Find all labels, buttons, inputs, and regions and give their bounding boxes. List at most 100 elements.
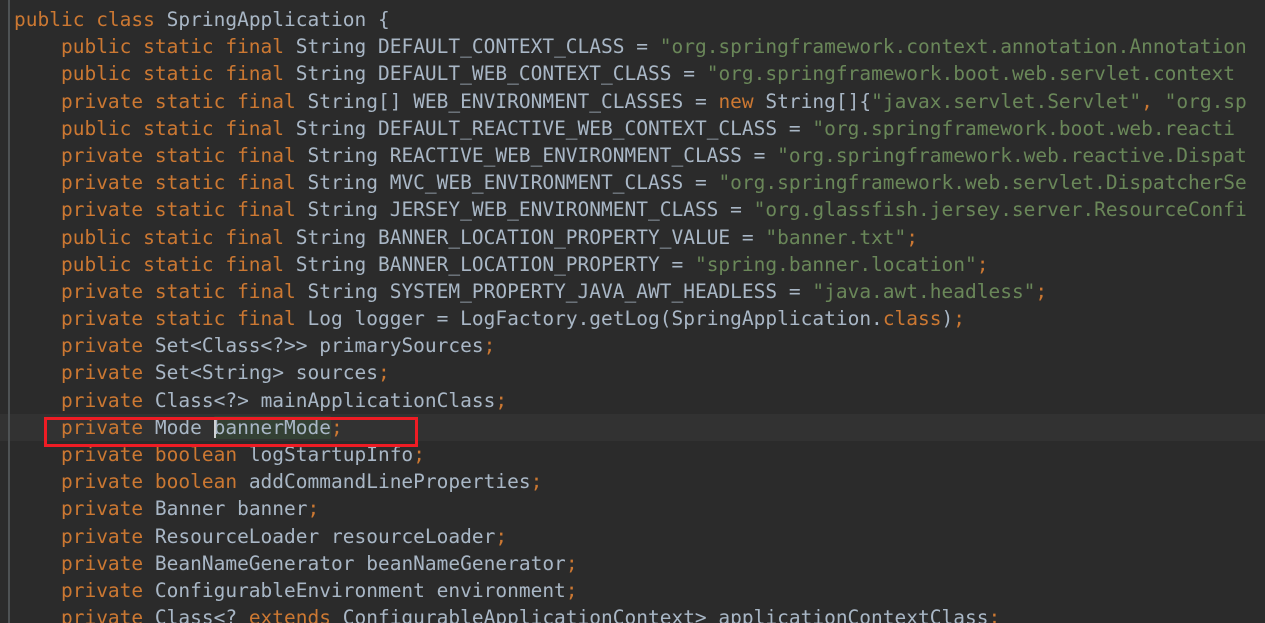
- code-token: =: [753, 143, 778, 167]
- code-token: private: [60, 415, 155, 439]
- code-token: String: [295, 62, 378, 86]
- code-token: ;: [413, 443, 425, 466]
- code-token: DEFAULT_CONTEXT_CLASS: [377, 35, 637, 59]
- code-line[interactable]: public static final String DEFAULT_WEB_C…: [0, 60, 1265, 87]
- code-token: "javax.servlet.Servlet": [871, 89, 1142, 113]
- code-line[interactable]: private static final String[] WEB_ENVIRO…: [0, 88, 1265, 115]
- code-token: ;: [495, 388, 508, 412]
- code-token: ConfigurableApplicationContext>: [342, 606, 719, 623]
- code-token: =: [730, 198, 754, 222]
- code-token: "java.awt.headless": [812, 279, 1036, 303]
- code-token: =: [694, 89, 719, 113]
- code-line[interactable]: public static final String DEFAULT_REACT…: [0, 115, 1265, 142]
- code-token: ;: [377, 361, 390, 385]
- code-token: =: [788, 116, 813, 140]
- code-token: DEFAULT_REACTIVE_WEB_CONTEXT_CLASS: [377, 116, 789, 140]
- code-token: mainApplicationClass: [260, 388, 496, 412]
- code-token: "spring.banner.location": [694, 252, 977, 276]
- code-token: =: [636, 35, 660, 59]
- code-token: extends: [248, 606, 343, 623]
- code-token: BANNER_LOCATION_PROPERTY_VALUE: [377, 225, 742, 249]
- code-line[interactable]: private static final String REACTIVE_WEB…: [0, 142, 1265, 169]
- code-token: ;: [331, 415, 343, 439]
- code-line[interactable]: private Class<? extends ConfigurableAppl…: [0, 604, 1265, 623]
- code-token: public static final: [60, 116, 296, 140]
- code-token: Class<?: [154, 606, 249, 623]
- code-line[interactable]: private Banner banner;: [0, 495, 1265, 522]
- code-token: {: [377, 8, 390, 31]
- code-token: "org.sp: [1164, 89, 1247, 113]
- code-line[interactable]: private Mode bannerMode;: [0, 413, 1265, 441]
- code-token: ;: [953, 307, 966, 331]
- code-token: private: [60, 551, 155, 575]
- code-token: =: [788, 279, 813, 303]
- code-token: WEB_ENVIRONMENT_CLASSES: [413, 89, 695, 113]
- code-line[interactable]: private ConfigurableEnvironment environm…: [0, 577, 1265, 604]
- code-token: "org.springframework.boot.web.reacti: [812, 116, 1235, 140]
- code-token: "org.springframework.context.annotation.…: [659, 35, 1247, 59]
- code-token: class: [96, 8, 167, 31]
- code-token: ;: [988, 606, 1001, 623]
- code-token: String: [765, 89, 836, 113]
- code-token: logStartupInfo: [248, 443, 414, 466]
- code-line[interactable]: public static final String BANNER_LOCATI…: [0, 251, 1265, 278]
- code-token: String: [307, 171, 390, 195]
- code-line[interactable]: private boolean addCommandLineProperties…: [0, 468, 1265, 495]
- code-line[interactable]: public static final String BANNER_LOCATI…: [0, 224, 1265, 251]
- code-token: ;: [906, 225, 919, 249]
- code-text-area[interactable]: public class SpringApplication { public …: [0, 0, 1265, 623]
- code-token: primarySources: [319, 334, 484, 358]
- code-token: =: [694, 171, 719, 195]
- code-line[interactable]: public static final String DEFAULT_CONTE…: [0, 33, 1265, 60]
- code-token: environment: [436, 578, 566, 602]
- code-line[interactable]: private Set<Class<?>> primarySources;: [0, 332, 1265, 359]
- code-line[interactable]: private ResourceLoader resourceLoader;: [0, 523, 1265, 550]
- code-token: ;: [565, 551, 578, 575]
- code-line[interactable]: private Set<String> sources;: [0, 359, 1265, 386]
- code-token: ;: [565, 578, 578, 602]
- code-token: ConfigurableEnvironment: [154, 578, 437, 602]
- code-editor[interactable]: public class SpringApplication { public …: [0, 0, 1265, 623]
- code-token: =: [436, 307, 461, 331]
- code-token: String: [307, 198, 390, 222]
- code-token: private static final: [60, 171, 308, 195]
- code-token: .getLog(SpringApplication.: [577, 307, 883, 331]
- code-token: DEFAULT_WEB_CONTEXT_CLASS: [377, 62, 684, 86]
- code-token: resourceLoader: [331, 524, 496, 548]
- code-line[interactable]: private static final String JERSEY_WEB_E…: [0, 196, 1265, 223]
- code-line[interactable]: private boolean logStartupInfo;: [0, 441, 1265, 468]
- code-token: public static final: [60, 252, 296, 276]
- code-token: private: [60, 334, 155, 358]
- code-token: private: [60, 497, 155, 521]
- code-token: private: [60, 361, 155, 385]
- code-token: BANNER_LOCATION_PROPERTY: [377, 252, 672, 276]
- code-token: private static final: [60, 279, 308, 303]
- code-line[interactable]: private BeanNameGenerator beanNameGenera…: [0, 550, 1265, 577]
- code-line[interactable]: public class SpringApplication {: [0, 6, 1265, 33]
- code-line[interactable]: private Class<?> mainApplicationClass;: [0, 387, 1265, 414]
- code-token: Log: [307, 307, 355, 331]
- code-token: BeanNameGenerator: [154, 551, 367, 575]
- code-token: applicationContextClass: [718, 606, 989, 623]
- code-token: public static final: [60, 35, 296, 59]
- code-token: ResourceLoader: [154, 524, 331, 548]
- code-line[interactable]: private static final String MVC_WEB_ENVI…: [0, 169, 1265, 196]
- code-token: private static final: [60, 89, 308, 113]
- code-token: ;: [307, 497, 320, 521]
- code-line[interactable]: private static final Log logger = LogFac…: [0, 305, 1265, 332]
- code-token: String[]: [307, 89, 414, 113]
- code-line[interactable]: private static final String SYSTEM_PROPE…: [0, 278, 1265, 305]
- code-token: String: [295, 252, 378, 276]
- code-token: private: [60, 524, 155, 548]
